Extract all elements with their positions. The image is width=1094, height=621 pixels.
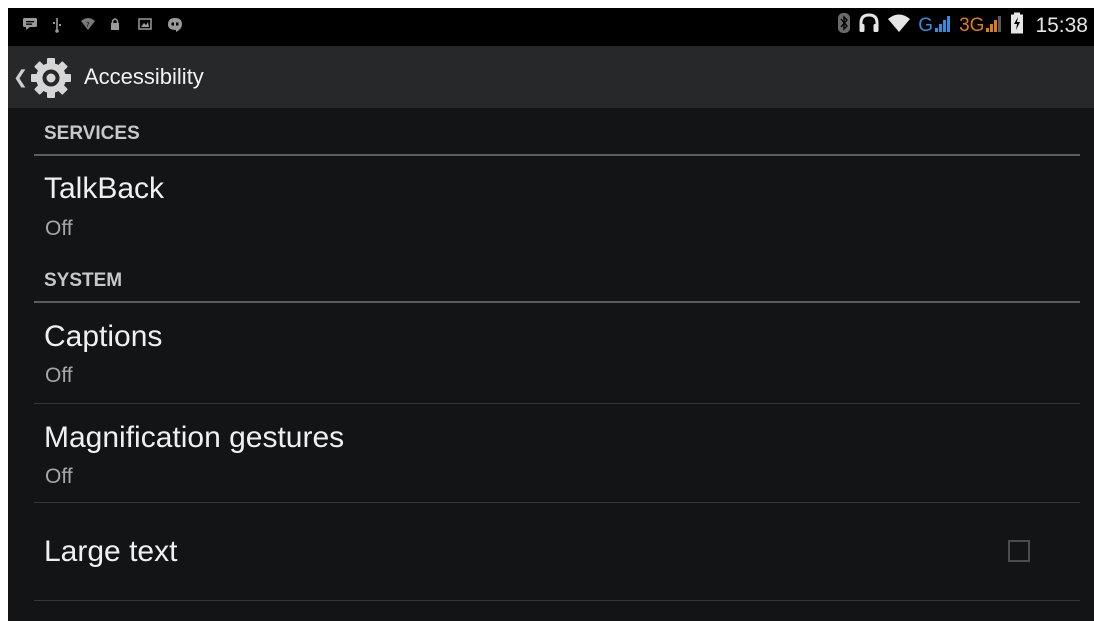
pref-magnification-gestures[interactable]: Magnification gestures Off: [34, 404, 1080, 502]
signal-strength-icon-2: [985, 13, 1003, 38]
status-bar: ? G 3G 15:38: [8, 8, 1094, 46]
image-icon: [138, 17, 152, 31]
hangouts-icon: [167, 17, 182, 32]
pref-title: Captions: [44, 320, 163, 353]
notification-icons: ?: [22, 17, 182, 33]
pref-summary: Off: [45, 465, 73, 488]
wifi-icon: [887, 13, 911, 38]
message-icon: [22, 17, 37, 31]
pref-title: TalkBack: [44, 172, 165, 205]
bluetooth-icon: [837, 12, 851, 39]
pref-title: Large text: [44, 535, 178, 568]
page-title: Accessibility: [84, 64, 204, 89]
pref-summary: Off: [45, 364, 73, 387]
pref-large-text[interactable]: Large text: [34, 503, 1080, 600]
status-clock: 15:38: [1035, 13, 1088, 37]
action-bar: ❮ Accessibility: [8, 46, 1094, 108]
large-text-checkbox[interactable]: [1008, 540, 1030, 562]
network-type-3g: 3G: [959, 14, 985, 36]
signal-strength-icon: [934, 13, 952, 38]
pref-captions[interactable]: Captions Off: [34, 303, 1080, 403]
section-header-system: SYSTEM: [34, 259, 1080, 303]
device-screen: ? G 3G 15:38 ❮ Accessibility SERVICES Ta…: [8, 8, 1094, 621]
wifi-question-icon: ?: [80, 17, 95, 31]
network-type-g: G: [918, 14, 934, 36]
pref-summary: Off: [45, 217, 73, 240]
usb-icon: [51, 17, 65, 33]
svg-text:?: ?: [86, 21, 90, 29]
lock-icon: [109, 17, 123, 31]
system-status-icons: G 3G 15:38: [837, 12, 1088, 39]
list-divider: [34, 600, 1080, 601]
pref-title: Magnification gestures: [44, 421, 345, 454]
pref-talkback[interactable]: TalkBack Off: [34, 156, 1080, 251]
back-caret-icon[interactable]: ❮: [13, 67, 28, 88]
settings-gear-icon[interactable]: [28, 55, 74, 101]
section-header-services: SERVICES: [34, 112, 1080, 156]
battery-charging-icon: [1010, 12, 1024, 39]
headset-icon: [858, 12, 880, 39]
